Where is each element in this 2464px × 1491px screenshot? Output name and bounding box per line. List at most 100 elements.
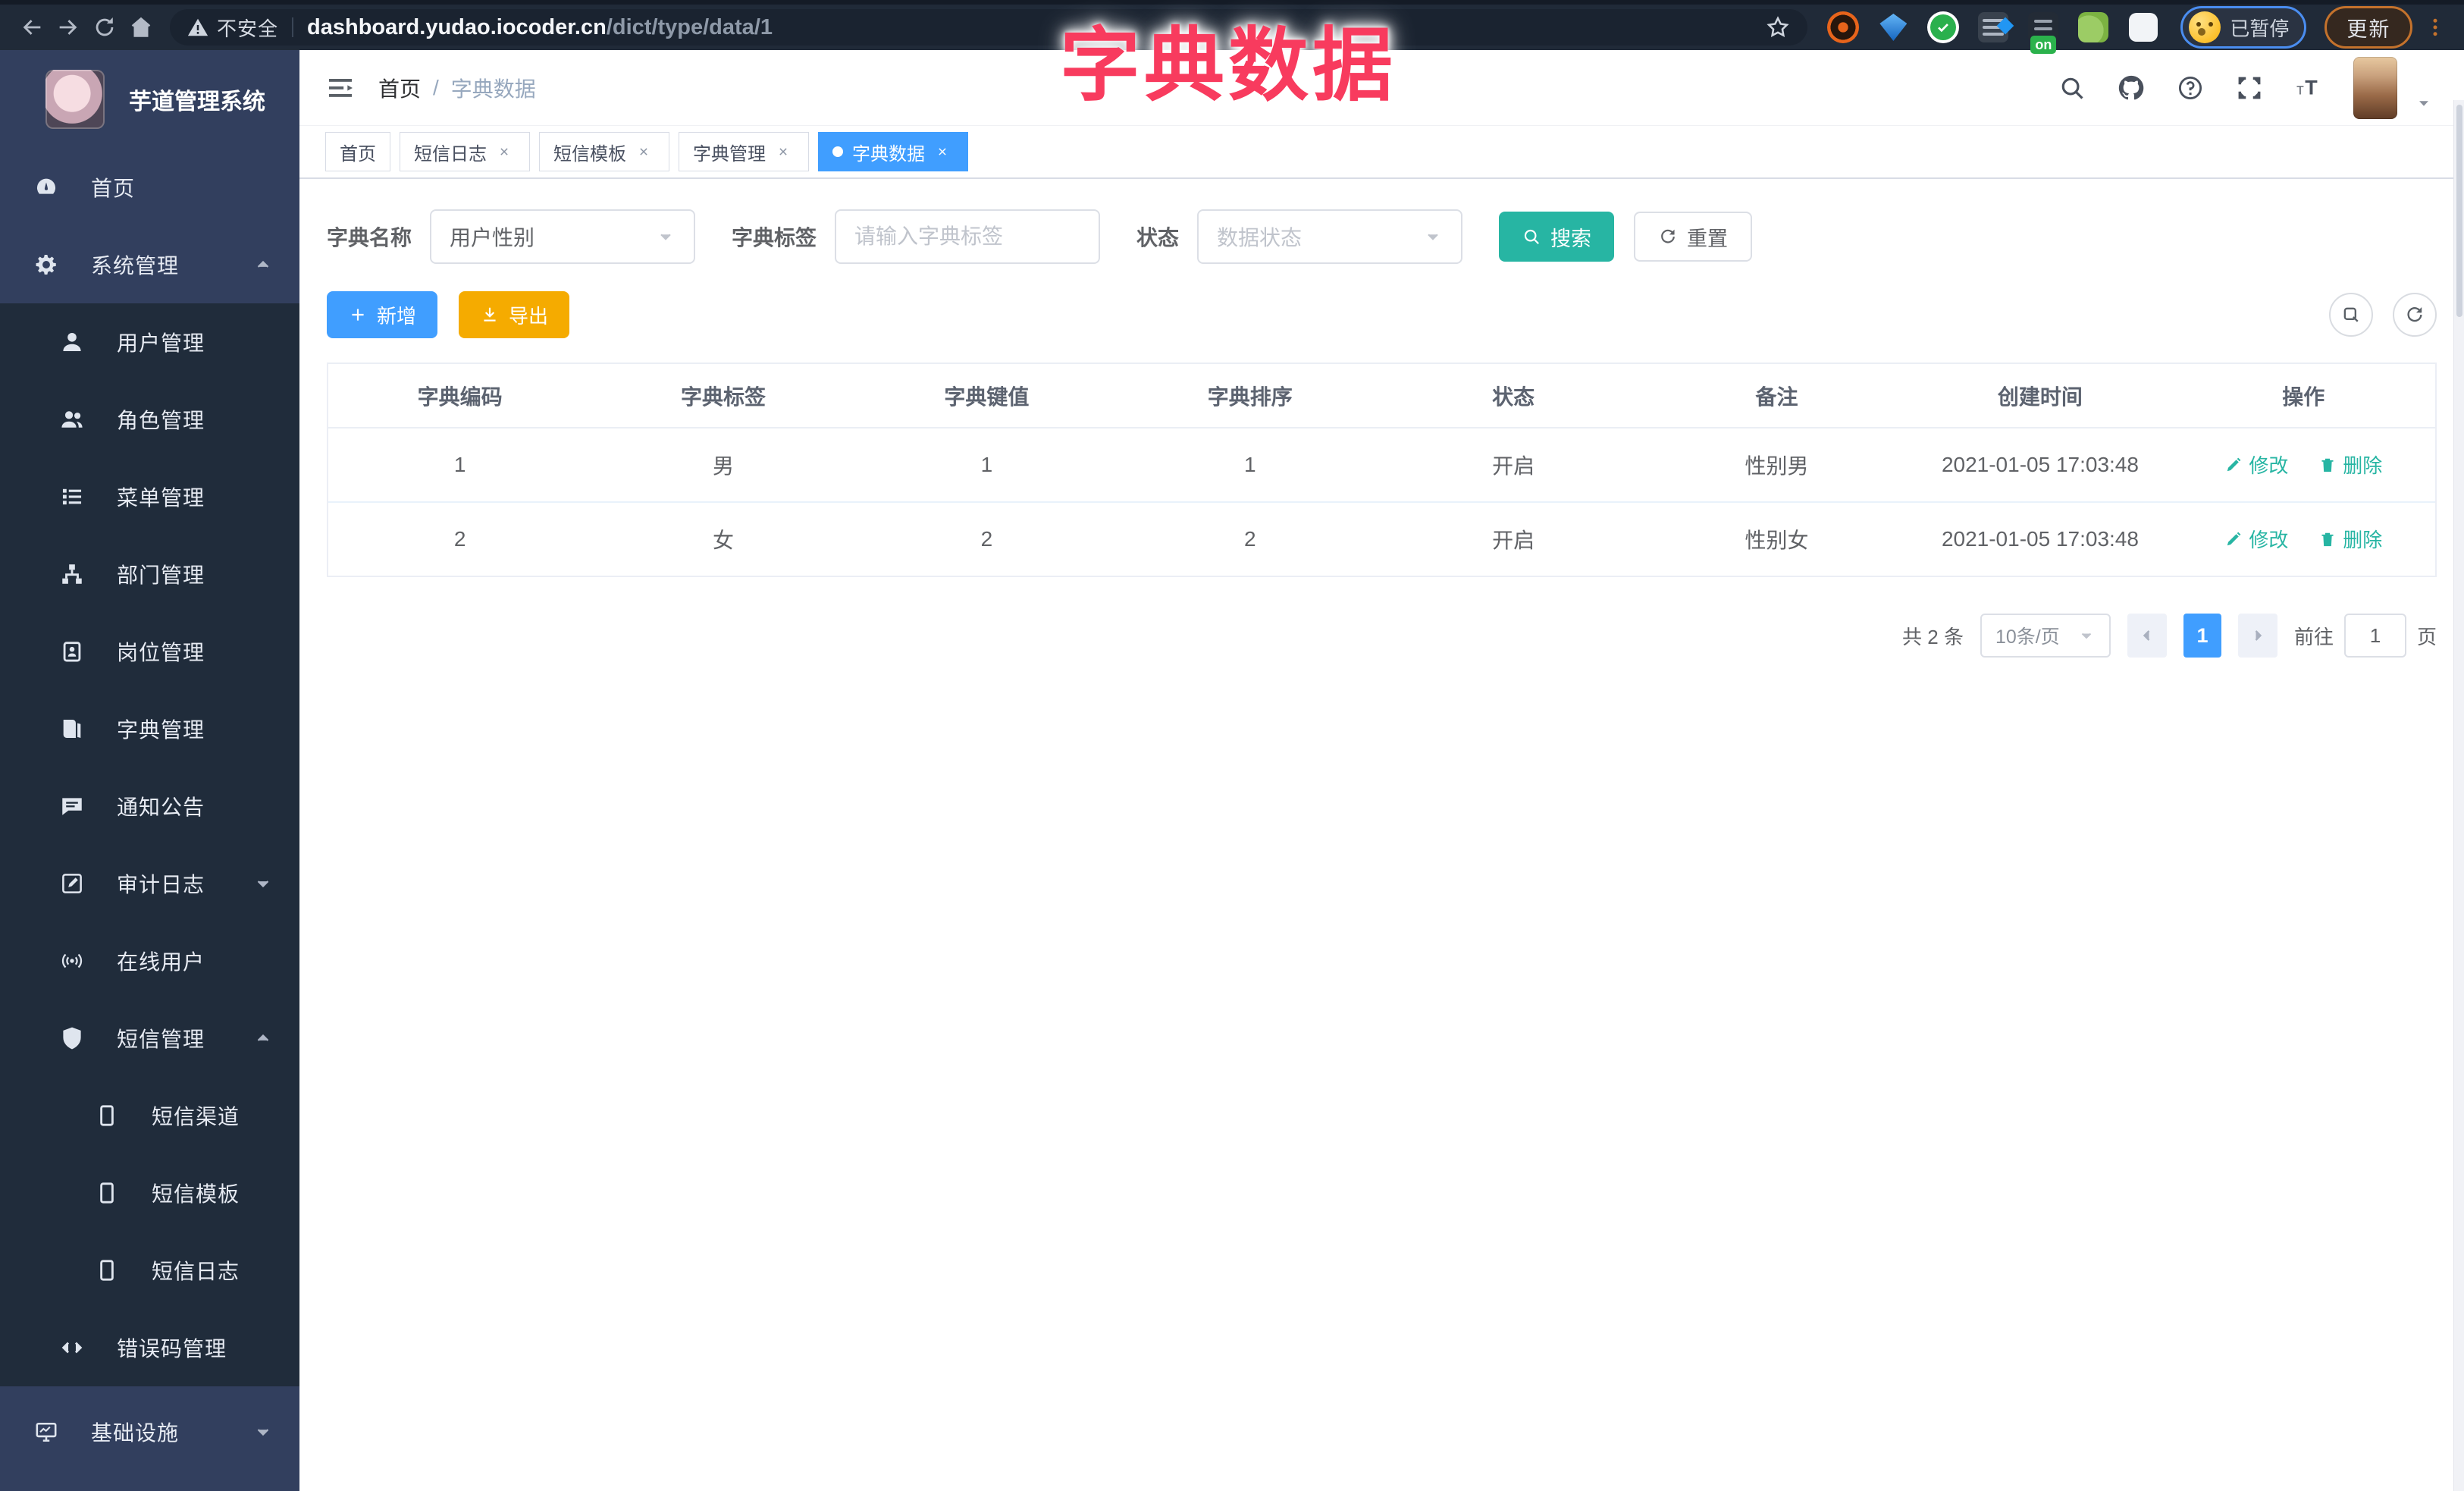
sidebar-item-posts[interactable]: 岗位管理: [0, 613, 299, 690]
sidebar-item-sms-log[interactable]: 短信日志: [0, 1232, 299, 1309]
menu-list-icon: [59, 484, 85, 510]
edit-link[interactable]: 修改: [2224, 450, 2288, 479]
reset-button[interactable]: 重置: [1634, 212, 1753, 262]
add-button[interactable]: 新增: [327, 291, 438, 338]
close-icon[interactable]: [772, 140, 795, 163]
status-select[interactable]: 数据状态: [1197, 209, 1463, 264]
reload-icon[interactable]: [86, 9, 123, 46]
svg-text:T: T: [2296, 84, 2304, 97]
dict-data-table: 字典编码 字典标签 字典键值 字典排序 状态 备注 创建时间 操作 1 男 1 …: [327, 363, 2437, 577]
url-path: /dict/type/data/1: [606, 14, 773, 39]
extension-check-icon[interactable]: [1927, 11, 1960, 43]
sidebar-item-system[interactable]: 系统管理: [0, 226, 299, 303]
sidebar-item-departments[interactable]: 部门管理: [0, 535, 299, 613]
edit-link[interactable]: 修改: [2224, 525, 2288, 553]
font-size-icon[interactable]: TT: [2294, 74, 2323, 102]
toggle-search-button[interactable]: [2329, 293, 2373, 337]
tab-dict-data[interactable]: 字典数据: [818, 132, 968, 171]
export-button[interactable]: 导出: [459, 291, 570, 338]
tab-label: 字典管理: [693, 143, 766, 165]
goto-page-input[interactable]: [2343, 614, 2406, 658]
github-icon[interactable]: [2117, 74, 2146, 102]
refresh-table-button[interactable]: [2393, 293, 2437, 337]
close-icon[interactable]: [493, 140, 516, 163]
table-row[interactable]: 1 男 1 1 开启 性别男 2021-01-05 17:03:48 修改 删除: [328, 428, 2435, 503]
delete-label: 删除: [2343, 529, 2383, 552]
next-page-button[interactable]: [2237, 614, 2277, 658]
sidebar-item-users[interactable]: 用户管理: [0, 303, 299, 381]
user-avatar[interactable]: [2353, 56, 2397, 119]
tab-dict-manage[interactable]: 字典管理: [679, 132, 809, 171]
home-icon[interactable]: [123, 9, 159, 46]
close-icon[interactable]: [931, 140, 954, 163]
sidebar-item-dict[interactable]: 字典管理: [0, 690, 299, 767]
scrollbar[interactable]: [2453, 100, 2464, 1491]
extension-tags-icon[interactable]: [1977, 11, 2009, 43]
dict-name-select[interactable]: 用户性别: [430, 209, 696, 264]
extension-on-icon[interactable]: on: [2027, 11, 2059, 54]
tab-sms-template[interactable]: 短信模板: [539, 132, 669, 171]
sidebar-item-label: 错误码管理: [117, 1337, 227, 1361]
chevron-down-icon: [252, 1421, 274, 1442]
dict-label-input[interactable]: [835, 209, 1101, 264]
current-page-button[interactable]: 1: [2183, 614, 2221, 658]
search-button[interactable]: 搜索: [1499, 212, 1615, 262]
address-bar[interactable]: 不安全 dashboard.yudao.iocoder.cn /dict/typ…: [170, 9, 1808, 46]
close-icon[interactable]: [632, 140, 655, 163]
cell-label: 女: [591, 502, 855, 577]
sidebar-item-home[interactable]: 首页: [0, 149, 299, 226]
sidebar-item-infrastructure[interactable]: 基础设施: [0, 1386, 299, 1477]
col-header: 字典标签: [591, 364, 855, 428]
tab-home[interactable]: 首页: [325, 132, 390, 171]
search-icon[interactable]: [2058, 74, 2086, 102]
browser-update-button[interactable]: 更新: [2324, 6, 2413, 49]
bookmark-star-icon[interactable]: [1765, 14, 1791, 40]
sidebar-item-sms-channel[interactable]: 短信渠道: [0, 1077, 299, 1154]
reset-button-label: 重置: [1687, 227, 1729, 250]
col-header: 字典键值: [854, 364, 1119, 428]
sidebar-item-error-code[interactable]: 错误码管理: [0, 1309, 299, 1386]
tab-sms-log[interactable]: 短信日志: [400, 132, 530, 171]
sidebar-item-online-users[interactable]: 在线用户: [0, 922, 299, 1000]
breadcrumb-home[interactable]: 首页: [378, 73, 421, 103]
edit-label: 修改: [2249, 454, 2289, 478]
sidebar-item-audit-log[interactable]: 审计日志: [0, 845, 299, 922]
browser-profile-chip[interactable]: 已暂停: [2180, 6, 2307, 49]
security-label[interactable]: 不安全: [217, 14, 278, 42]
browser-menu-kebab-icon[interactable]: [2420, 9, 2450, 46]
sidebar-item-sms-template[interactable]: 短信模板: [0, 1154, 299, 1232]
export-button-label: 导出: [509, 304, 549, 328]
logo-image: [45, 70, 105, 129]
sidebar-item-label: 用户管理: [117, 331, 205, 355]
chevron-up-icon: [252, 1028, 274, 1049]
sidebar-logo[interactable]: 芋道管理系统: [0, 50, 299, 149]
hamburger-icon[interactable]: [325, 73, 356, 103]
cell-status: 开启: [1381, 428, 1645, 503]
sidebar-item-roles[interactable]: 角色管理: [0, 381, 299, 458]
extension-puzzle-icon[interactable]: [2127, 11, 2159, 43]
profile-status-label: 已暂停: [2230, 17, 2290, 40]
extension-gem-icon[interactable]: [1877, 11, 1909, 43]
scrollbar-thumb[interactable]: [2456, 105, 2462, 317]
users-icon: [59, 406, 85, 432]
avatar-caret-down-icon[interactable]: [2414, 93, 2434, 113]
sidebar-item-sms[interactable]: 短信管理: [0, 1000, 299, 1077]
delete-link[interactable]: 删除: [2318, 450, 2382, 479]
extension-leaf-icon[interactable]: [2077, 11, 2109, 43]
cell-status: 开启: [1381, 502, 1645, 577]
prev-page-button[interactable]: [2127, 614, 2167, 658]
table-row[interactable]: 2 女 2 2 开启 性别女 2021-01-05 17:03:48 修改 删除: [328, 502, 2435, 577]
delete-link[interactable]: 删除: [2318, 525, 2382, 553]
forward-icon[interactable]: [50, 9, 86, 46]
extension-orange-icon[interactable]: [1827, 11, 1860, 43]
cell-value: 1: [854, 428, 1119, 503]
fullscreen-icon[interactable]: [2235, 74, 2264, 102]
cell-remark: 性别男: [1644, 428, 1909, 503]
sidebar-item-label: 短信模板: [152, 1182, 240, 1206]
page-size-select[interactable]: 10条/页: [1980, 614, 2111, 658]
sidebar-item-menus[interactable]: 菜单管理: [0, 458, 299, 535]
sidebar-item-notice[interactable]: 通知公告: [0, 767, 299, 845]
back-icon[interactable]: [14, 9, 50, 46]
help-icon[interactable]: [2176, 74, 2205, 102]
svg-text:T: T: [2305, 76, 2318, 99]
